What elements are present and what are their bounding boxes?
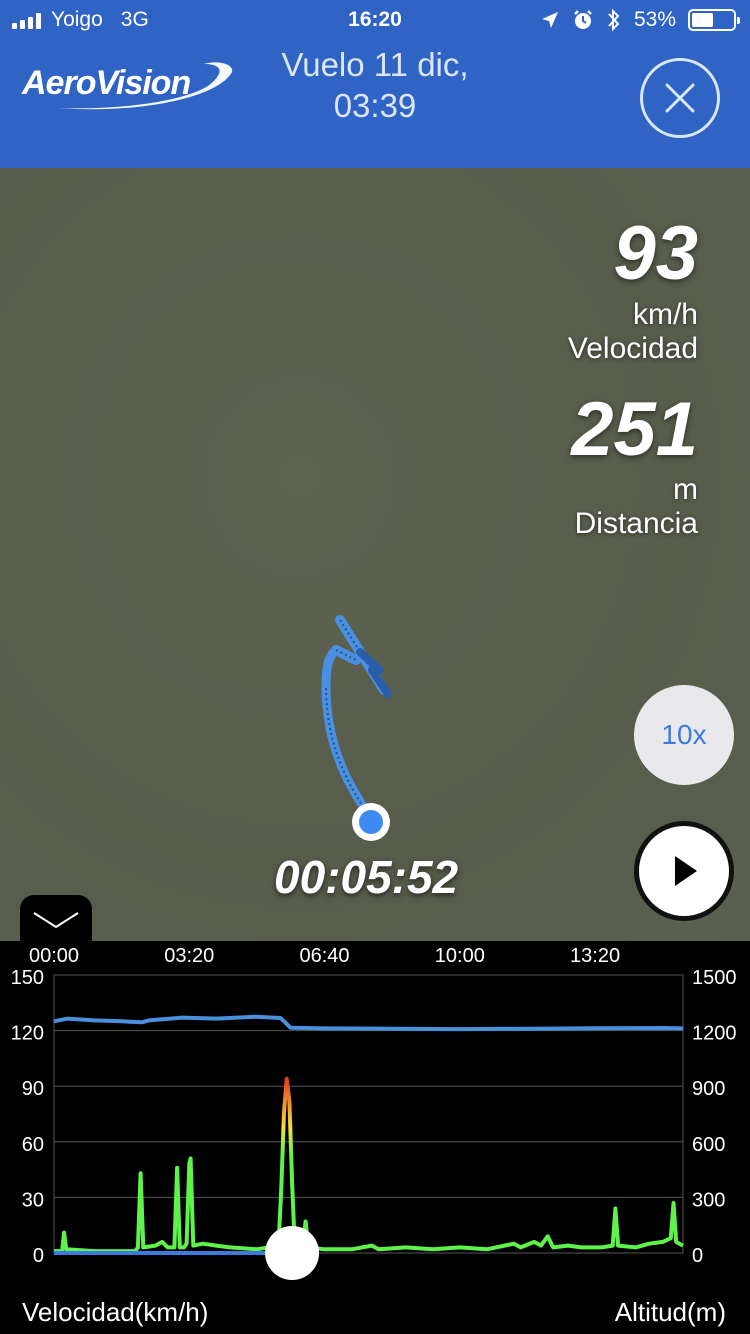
x-tick-label: 00:00 (29, 945, 79, 967)
speed-value: 93 (613, 211, 698, 296)
location-arrow-icon (541, 12, 558, 28)
flight-chart[interactable]: 0 0 30 300 60 600 90 900 120 1200 150 1500 00:00 03:2… (0, 941, 750, 1334)
battery-icon (688, 9, 740, 31)
left-tick-label: 150 (11, 967, 44, 989)
right-tick-label: 600 (692, 1134, 725, 1156)
left-tick-label: 0 (33, 1245, 44, 1267)
collapse-chart-button[interactable] (20, 895, 92, 941)
flight-title-line2: 03:39 (333, 87, 417, 124)
x-tick-label: 06:40 (300, 945, 350, 967)
flight-title-line1: Vuelo 11 dic, (281, 46, 469, 83)
altitude-series-line (53, 1014, 684, 1032)
left-tick-label: 90 (22, 1078, 44, 1100)
flight-map[interactable]: 93 km/h Velocidad 251 m Distancia 10x 00… (0, 168, 750, 941)
right-tick-label: 900 (692, 1078, 725, 1100)
x-tick-label: 10:00 (435, 945, 485, 967)
status-bar: Yoigo 3G 16:20 53% (0, 0, 750, 40)
app-header: Yoigo 3G 16:20 53% AeroVision Vuelo 11 d… (0, 0, 750, 168)
close-icon (665, 83, 695, 113)
speed-label: Velocidad (567, 332, 698, 365)
chevron-down-icon (33, 912, 79, 929)
flight-title: Vuelo 11 dic, 03:39 (260, 44, 490, 126)
status-right: 53% (540, 8, 740, 32)
x-tick-label: 13:20 (570, 945, 620, 967)
speed-unit: km/h (632, 298, 698, 331)
x-tick-label: 03:20 (164, 945, 214, 967)
distance-unit: m (673, 473, 698, 506)
play-button[interactable] (634, 821, 734, 921)
logo-text: AeroVision (22, 64, 191, 102)
distance-label: Distancia (574, 507, 698, 540)
right-axis-label: Altitud(m) (614, 1297, 726, 1327)
aerovision-logo: AeroVision (18, 58, 238, 114)
playback-speed-button[interactable]: 10x (634, 685, 734, 785)
close-button[interactable] (640, 58, 720, 138)
right-tick-label: 1500 (692, 967, 737, 989)
play-icon (675, 856, 697, 886)
battery-percent: 53% (633, 8, 676, 31)
right-tick-label: 0 (692, 1245, 703, 1267)
chart-canvas[interactable]: 0 0 30 300 60 600 90 900 120 1200 150 1500 00:00 03:2… (0, 941, 750, 1334)
speed-series-line (54, 1076, 684, 1254)
left-axis-label: Velocidad(km/h) (22, 1297, 209, 1327)
left-tick-label: 60 (22, 1134, 44, 1156)
right-tick-label: 1200 (692, 1023, 737, 1045)
bluetooth-icon (608, 8, 620, 32)
plot-frame (53, 974, 684, 1254)
left-tick-label: 120 (11, 1023, 44, 1045)
alarm-icon (574, 10, 592, 29)
playhead-handle[interactable] (265, 1226, 320, 1280)
left-tick-label: 30 (22, 1189, 44, 1211)
battery-fill (692, 13, 714, 27)
elapsed-time: 00:05:52 (274, 851, 459, 903)
flight-track (321, 615, 392, 841)
distance-value: 251 (571, 387, 698, 472)
right-tick-label: 300 (692, 1189, 725, 1211)
